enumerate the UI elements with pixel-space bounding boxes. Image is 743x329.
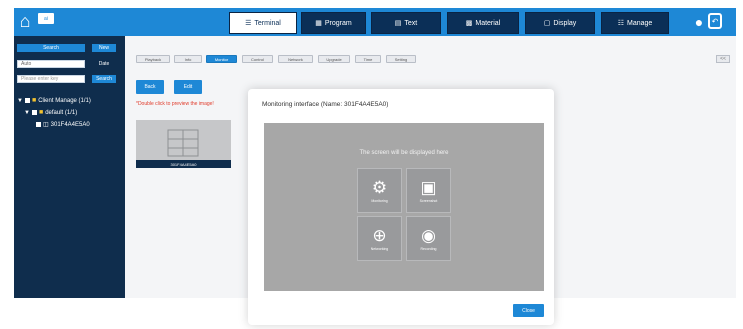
filter-select[interactable]: Auto: [17, 60, 85, 68]
checkbox[interactable]: [31, 110, 37, 115]
tab-label: Program: [324, 19, 352, 27]
gear-icon: ⚙: [371, 177, 388, 197]
monitor-screen: [264, 123, 544, 291]
manage-icon: ☷: [617, 20, 624, 27]
networking-label: Networking: [370, 246, 389, 251]
tree-node-default[interactable]: ▼ ■ default (1/1): [24, 109, 77, 116]
networking-button[interactable]: ⊕ Networking: [357, 216, 402, 261]
filter-label: Date: [98, 61, 110, 67]
checkbox[interactable]: [36, 122, 41, 127]
program-icon: ▦: [315, 20, 322, 27]
screenshot-label: Screenshot: [419, 198, 438, 203]
back-button[interactable]: Back: [136, 80, 164, 94]
subtab-control[interactable]: Control: [242, 55, 273, 63]
subtab-time[interactable]: Time: [355, 55, 381, 63]
recording-label: Recording: [420, 246, 437, 251]
list-icon: ☰: [245, 20, 252, 27]
home-icon[interactable]: ⌂: [14, 8, 36, 34]
expand-icon[interactable]: ▼: [17, 98, 23, 104]
monitoring-button[interactable]: ⚙ Monitoring: [357, 168, 402, 213]
checkbox[interactable]: [24, 98, 30, 103]
folder-icon: ■: [38, 109, 44, 116]
user-icon[interactable]: ●: [692, 12, 706, 32]
sidebar-search-button[interactable]: Search: [17, 44, 85, 52]
tab-text[interactable]: ▤ Text: [371, 12, 441, 34]
tab-label: Text: [404, 19, 418, 27]
tree-label: 301F4A4E5A0: [50, 121, 90, 128]
tab-material[interactable]: ▩ Material: [447, 12, 519, 34]
exit-icon[interactable]: ↶: [708, 13, 722, 29]
subtab-playback[interactable]: Playback: [136, 55, 170, 63]
subtab-setting[interactable]: Setting: [386, 55, 416, 63]
subtab-monitor[interactable]: Monitor: [206, 55, 237, 63]
sidebar-new-button[interactable]: New: [92, 44, 116, 52]
monitor-prompt: The screen will be displayed here: [359, 150, 449, 156]
tree-node-client-manage[interactable]: ▼ ■ Client Manage (1/1): [17, 97, 91, 104]
screen-icon: ▣: [420, 177, 437, 197]
edit-button[interactable]: Edit: [174, 80, 202, 94]
screen-grid-icon: [167, 129, 199, 157]
close-button[interactable]: Close: [513, 304, 544, 317]
tab-terminal[interactable]: ☰ Terminal: [229, 12, 297, 34]
search-input[interactable]: Please enter key: [17, 75, 85, 83]
tree-label: default (1/1): [45, 109, 78, 116]
dialog-title: Monitoring interface (Name: 301F4A4E5A0): [262, 101, 389, 108]
subtab-upgrade[interactable]: Upgrade: [318, 55, 350, 63]
tab-program[interactable]: ▦ Program: [301, 12, 366, 34]
subtab-info[interactable]: Info: [174, 55, 202, 63]
text-icon: ▤: [394, 20, 402, 27]
device-thumbnail-label: 301F4A4E5A0: [136, 160, 231, 168]
expand-icon[interactable]: ▼: [24, 110, 30, 116]
screenshot-button[interactable]: ▣ Screenshot: [406, 168, 451, 213]
tab-manage[interactable]: ☷ Manage: [601, 12, 669, 34]
tab-label: Terminal: [254, 19, 281, 27]
material-icon: ▩: [465, 20, 473, 27]
recording-button[interactable]: ◉ Recording: [406, 216, 451, 261]
record-icon: ◉: [421, 225, 436, 245]
tab-display[interactable]: ▢ Display: [525, 12, 595, 34]
display-icon: ▢: [543, 20, 551, 27]
filter-select-value: Auto: [21, 61, 32, 67]
tab-label: Material: [475, 19, 501, 27]
logo: ai: [38, 13, 54, 24]
device-icon: ◫: [43, 122, 49, 128]
monitoring-label: Monitoring: [371, 198, 388, 203]
tab-label: Display: [553, 19, 577, 27]
tab-label: Manage: [626, 19, 653, 27]
logo-text: ai: [44, 15, 48, 22]
tree-node-device[interactable]: ◫ 301F4A4E5A0: [36, 121, 90, 128]
search-go-button[interactable]: Search: [92, 75, 116, 83]
subtab-network[interactable]: Network: [278, 55, 313, 63]
collapse-button[interactable]: <<: [716, 55, 730, 63]
globe-icon: ⊕: [372, 225, 387, 245]
tree-label: Client Manage (1/1): [38, 97, 91, 104]
folder-icon: ■: [31, 97, 37, 104]
